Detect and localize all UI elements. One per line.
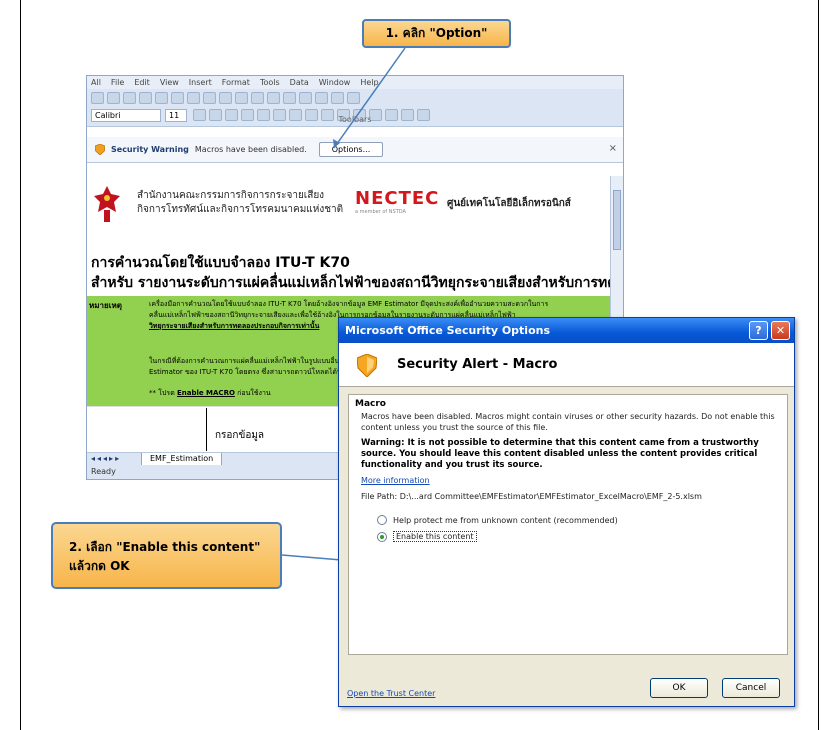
step2-callout: 2. เลือก "Enable this content" แล้วกด OK xyxy=(51,522,282,589)
step2-line2: แล้วกด OK xyxy=(69,559,130,573)
nectec-tagline: a member of NSTDA xyxy=(355,209,406,215)
menu-insert[interactable]: Insert xyxy=(189,76,212,89)
org-name-line1: สำนักงานคณะกรรมการกิจการกระจายเสียง xyxy=(137,190,325,201)
radio-enable[interactable] xyxy=(377,531,387,542)
menu-tools[interactable]: Tools xyxy=(260,76,280,89)
close-icon[interactable]: ✕ xyxy=(771,321,790,340)
save-icon[interactable] xyxy=(123,92,136,104)
undo-icon[interactable] xyxy=(235,92,248,104)
nectec-thai-name: ศูนย์เทคโนโลยีอิเล็กทรอนิกส์ xyxy=(447,198,571,209)
menu-format[interactable]: Format xyxy=(222,76,250,89)
redo-icon[interactable] xyxy=(251,92,264,104)
zoom-icon[interactable] xyxy=(347,92,360,104)
preview-icon[interactable] xyxy=(155,92,168,104)
org-name-line2: กิจการโทรทัศน์และกิจการโทรคมนาคมแห่งชาติ xyxy=(137,204,344,215)
menu-window[interactable]: Window xyxy=(319,76,351,89)
note-text-2: ในกรณีที่ต้องการคำนวณการแผ่คลื่นแม่เหล็ก… xyxy=(149,356,342,378)
file-path: File Path: D:\...ard Committee\EMFEstima… xyxy=(361,492,702,501)
macro-warning: Warning: It is not possible to determine… xyxy=(361,438,759,470)
trust-center-link[interactable]: Open the Trust Center xyxy=(347,689,435,698)
macro-description: Macros have been disabled. Macros might … xyxy=(361,412,775,432)
dialog-header: Security Alert - Macro xyxy=(339,343,794,387)
help-icon[interactable]: ? xyxy=(749,321,768,340)
note-enable-suffix: ก่อนใช้งาน xyxy=(234,389,271,397)
close-icon[interactable]: × xyxy=(609,143,617,154)
note-enable-macro-label: Enable MACRO xyxy=(176,389,235,397)
radio-enable-label: Enable this content xyxy=(393,531,477,542)
dialog-titlebar: Microsoft Office Security Options ? ✕ xyxy=(339,318,794,343)
sort-asc-icon[interactable] xyxy=(299,92,312,104)
menu-edit[interactable]: Edit xyxy=(134,76,150,89)
sheet-title-line1: การคำนวณโดยใช้แบบจำลอง ITU-T K70 xyxy=(91,255,350,271)
sort-desc-icon[interactable] xyxy=(315,92,328,104)
note-label: หมายเหตุ xyxy=(89,301,122,310)
macro-group: Macro Macros have been disabled. Macros … xyxy=(348,394,788,655)
menu-file[interactable]: File xyxy=(111,76,124,89)
note-enable-prefix: ** โปรด xyxy=(149,389,177,397)
cut-icon[interactable] xyxy=(187,92,200,104)
more-information-link[interactable]: More information xyxy=(361,476,781,485)
note-line1: เครื่องมือการคำนวณโดยใช้แบบจำลอง ITU-T K… xyxy=(149,300,549,308)
paste-icon[interactable] xyxy=(219,92,232,104)
excel-menu-bar: All File Edit View Insert Format Tools D… xyxy=(87,76,623,89)
step1-callout: 1. คลิก "Option" xyxy=(362,19,511,48)
dialog-title: Microsoft Office Security Options xyxy=(345,324,551,337)
sheet-nav-arrows-icon[interactable]: ◂◂◂▸▸ xyxy=(91,453,121,465)
scrollbar-thumb[interactable] xyxy=(613,190,621,250)
radio-enable-row[interactable]: Enable this content xyxy=(377,531,781,542)
options-button[interactable]: Options... xyxy=(318,142,384,157)
print-icon[interactable] xyxy=(139,92,152,104)
menu-data[interactable]: Data xyxy=(290,76,309,89)
shield-icon xyxy=(357,354,377,377)
sheet-title-line2: สำหรับ รายงานระดับการแผ่คลื่นแม่เหล็กไฟฟ… xyxy=(91,275,611,291)
chart-icon[interactable] xyxy=(331,92,344,104)
ok-button[interactable]: OK xyxy=(650,678,708,698)
security-options-dialog: Microsoft Office Security Options ? ✕ Se… xyxy=(338,317,795,707)
note-enable-macro: ** โปรด Enable MACRO ก่อนใช้งาน xyxy=(149,388,271,399)
excel-toolbar: Calibri 11 Toolbars xyxy=(87,89,623,127)
macro-group-caption: Macro xyxy=(355,399,386,409)
input-data-label: กรอกข้อมูล xyxy=(215,430,265,441)
cell-border xyxy=(206,408,207,451)
dialog-heading: Security Alert - Macro xyxy=(397,357,558,372)
security-warning-message: Macros have been disabled. xyxy=(194,145,307,154)
toolbars-label: Toolbars xyxy=(338,115,372,124)
note-line4: ในกรณีที่ต้องการคำนวณการแผ่คลื่นแม่เหล็ก… xyxy=(149,357,340,365)
radio-protect-label: Help protect me from unknown content (re… xyxy=(393,515,618,525)
radio-protect-row[interactable]: Help protect me from unknown content (re… xyxy=(377,515,781,525)
sum-icon[interactable] xyxy=(267,92,280,104)
radio-protect[interactable] xyxy=(377,515,387,525)
security-warning-bar: Security Warning Macros have been disabl… xyxy=(87,137,623,163)
security-warning-title: Security Warning xyxy=(111,145,189,154)
toolbar-row-standard xyxy=(91,92,360,104)
copy-icon[interactable] xyxy=(203,92,216,104)
shield-icon xyxy=(95,144,105,155)
open-icon[interactable] xyxy=(107,92,120,104)
menu-help[interactable]: Help xyxy=(360,76,378,89)
nectec-logo: NECTEC xyxy=(355,188,440,209)
new-icon[interactable] xyxy=(91,92,104,104)
spelling-icon[interactable] xyxy=(171,92,184,104)
menu-all[interactable]: All xyxy=(91,76,101,89)
note-line5: Estimator ของ ITU-T K70 โดยตรง ซึ่งสามาร… xyxy=(149,368,342,376)
dialog-footer: Open the Trust Center OK Cancel xyxy=(339,668,794,706)
menu-view[interactable]: View xyxy=(160,76,179,89)
garuda-emblem-icon xyxy=(94,186,120,222)
function-icon[interactable] xyxy=(283,92,296,104)
cancel-button[interactable]: Cancel xyxy=(722,678,780,698)
step2-line1: 2. เลือก "Enable this content" xyxy=(69,540,261,554)
